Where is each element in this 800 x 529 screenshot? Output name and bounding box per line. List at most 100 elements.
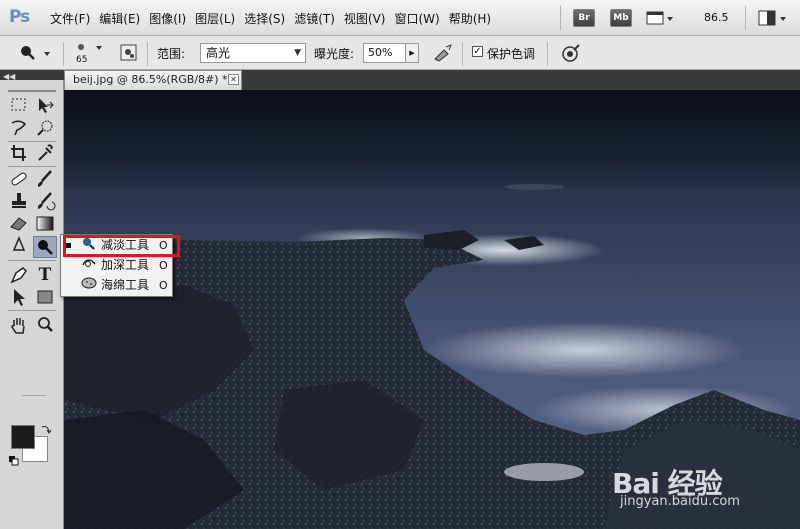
brush-tip-icon [78, 44, 102, 50]
toolbox-separator [8, 260, 56, 261]
main-menu: 文件(F) 编辑(E) 图像(I) 图层(L) 选择(S) 滤镜(T) 视图(V… [50, 0, 500, 36]
brush-size: 65 [76, 55, 88, 65]
menu-filter[interactable]: 滤镜(T) [294, 10, 335, 27]
menu-separator [745, 6, 746, 30]
flyout-item-label: 海绵工具 [101, 278, 150, 292]
flyout-item-shortcut: O [159, 259, 168, 272]
toolbox: T [0, 80, 64, 529]
menu-help[interactable]: 帮助(H) [449, 10, 491, 27]
default-colors-icon[interactable] [9, 455, 19, 466]
airbrush-button[interactable] [432, 43, 454, 63]
toolbox-separator [8, 166, 56, 167]
menu-edit[interactable]: 编辑(E) [99, 10, 140, 27]
protect-tones-checkbox[interactable]: ✓ [472, 46, 483, 57]
brush-panel-icon [120, 44, 137, 61]
stamp-icon [12, 193, 26, 208]
quick-selection-tool[interactable] [33, 117, 57, 139]
document-tab[interactable]: beij.jpg @ 86.5%(RGB/8#) * ✕ [64, 70, 242, 90]
flyout-item-label: 加深工具 [101, 258, 150, 272]
arrange-documents-icon[interactable] [758, 9, 788, 27]
dodge-tool[interactable] [33, 236, 57, 258]
range-label: 范围: [157, 47, 186, 61]
exposure-field[interactable]: 50% ▶ [363, 43, 419, 63]
chevron-down-icon: ▼ [294, 48, 301, 58]
swap-colors-icon[interactable] [40, 423, 52, 435]
brush-icon [37, 170, 52, 187]
flyout-item-burn[interactable]: 加深工具 O [61, 256, 172, 275]
eyedropper-icon [38, 144, 53, 161]
quick-selection-icon [37, 120, 53, 136]
blur-icon [12, 236, 26, 251]
brush-tool[interactable] [33, 168, 57, 190]
menu-layer[interactable]: 图层(L) [195, 10, 235, 27]
move-icon [39, 98, 54, 113]
tool-preset-picker[interactable] [18, 44, 54, 62]
clone-stamp-tool[interactable] [7, 190, 31, 212]
mini-bridge-button[interactable]: Mb [610, 9, 632, 27]
annotation-highlight-box [63, 235, 180, 257]
hand-tool[interactable] [7, 314, 31, 336]
lasso-icon [11, 120, 27, 136]
pen-tool[interactable] [7, 264, 31, 286]
move-tool[interactable] [33, 94, 57, 116]
menu-file[interactable]: 文件(F) [50, 10, 90, 27]
burn-icon [81, 256, 97, 276]
brush-preset-picker[interactable]: 65 [72, 41, 112, 67]
crop-icon [11, 145, 26, 161]
history-brush-tool[interactable] [33, 190, 57, 212]
menu-image[interactable]: 图像(I) [149, 10, 186, 27]
zoom-level[interactable]: 86.5 [704, 11, 729, 24]
shape-tool[interactable] [33, 286, 57, 308]
zoom-tool[interactable] [33, 314, 57, 336]
range-value: 高光 [206, 46, 231, 60]
gradient-tool[interactable] [33, 212, 57, 234]
type-tool[interactable]: T [33, 264, 57, 286]
toolbox-separator [22, 395, 46, 396]
view-extras-icon[interactable] [646, 9, 674, 27]
options-bar: 65 范围: 高光 ▼ 曝光度: 50% ▶ ✓ 保护色调 [0, 36, 800, 70]
protect-tones-label: 保护色调 [487, 47, 536, 61]
path-selection-tool[interactable] [7, 286, 31, 308]
menu-view[interactable]: 视图(V) [344, 10, 386, 27]
flyout-item-shortcut: O [159, 279, 168, 292]
rectangle-icon [37, 290, 53, 304]
marquee-tool[interactable] [7, 94, 31, 116]
exposure-slider-toggle[interactable]: ▶ [405, 44, 418, 62]
magnifier-icon [38, 317, 53, 332]
menu-bar: Ps 文件(F) 编辑(E) 图像(I) 图层(L) 选择(S) 滤镜(T) 视… [0, 0, 800, 36]
baidu-watermark-url: jingyan.baidu.com [620, 494, 740, 509]
close-icon[interactable]: ✕ [228, 74, 239, 85]
history-brush-icon [37, 192, 56, 211]
exposure-label: 曝光度: [314, 47, 355, 61]
pen-icon [10, 267, 27, 284]
range-dropdown[interactable]: 高光 ▼ [200, 43, 306, 63]
menu-select[interactable]: 选择(S) [244, 10, 285, 27]
dodge-icon [38, 240, 53, 255]
options-separator [462, 42, 463, 66]
options-separator [63, 42, 64, 66]
toolbox-grip[interactable] [8, 90, 56, 92]
crop-tool[interactable] [7, 142, 31, 164]
eyedropper-tool[interactable] [33, 142, 57, 164]
foreground-color-swatch[interactable] [11, 425, 35, 449]
menu-window[interactable]: 窗口(W) [394, 10, 439, 27]
bridge-button[interactable]: Br [573, 9, 595, 27]
options-separator [147, 42, 148, 66]
menu-separator [560, 6, 561, 30]
hand-icon [11, 318, 25, 334]
pressure-size-button[interactable] [560, 43, 582, 63]
gradient-icon [36, 216, 54, 231]
blur-tool[interactable] [7, 234, 31, 256]
lasso-tool[interactable] [7, 117, 31, 139]
options-separator [547, 42, 548, 66]
marquee-icon [11, 98, 26, 111]
document-canvas[interactable]: Bai 经验 jingyan.baidu.com [64, 90, 800, 529]
flyout-item-sponge[interactable]: 海绵工具 O [61, 276, 172, 295]
eraser-tool[interactable] [7, 212, 31, 234]
brush-panel-toggle[interactable] [119, 43, 139, 63]
toolbox-separator [8, 310, 56, 311]
bandage-icon [11, 172, 27, 186]
type-icon: T [38, 265, 52, 285]
exposure-value: 50% [368, 46, 393, 59]
healing-brush-tool[interactable] [7, 168, 31, 190]
